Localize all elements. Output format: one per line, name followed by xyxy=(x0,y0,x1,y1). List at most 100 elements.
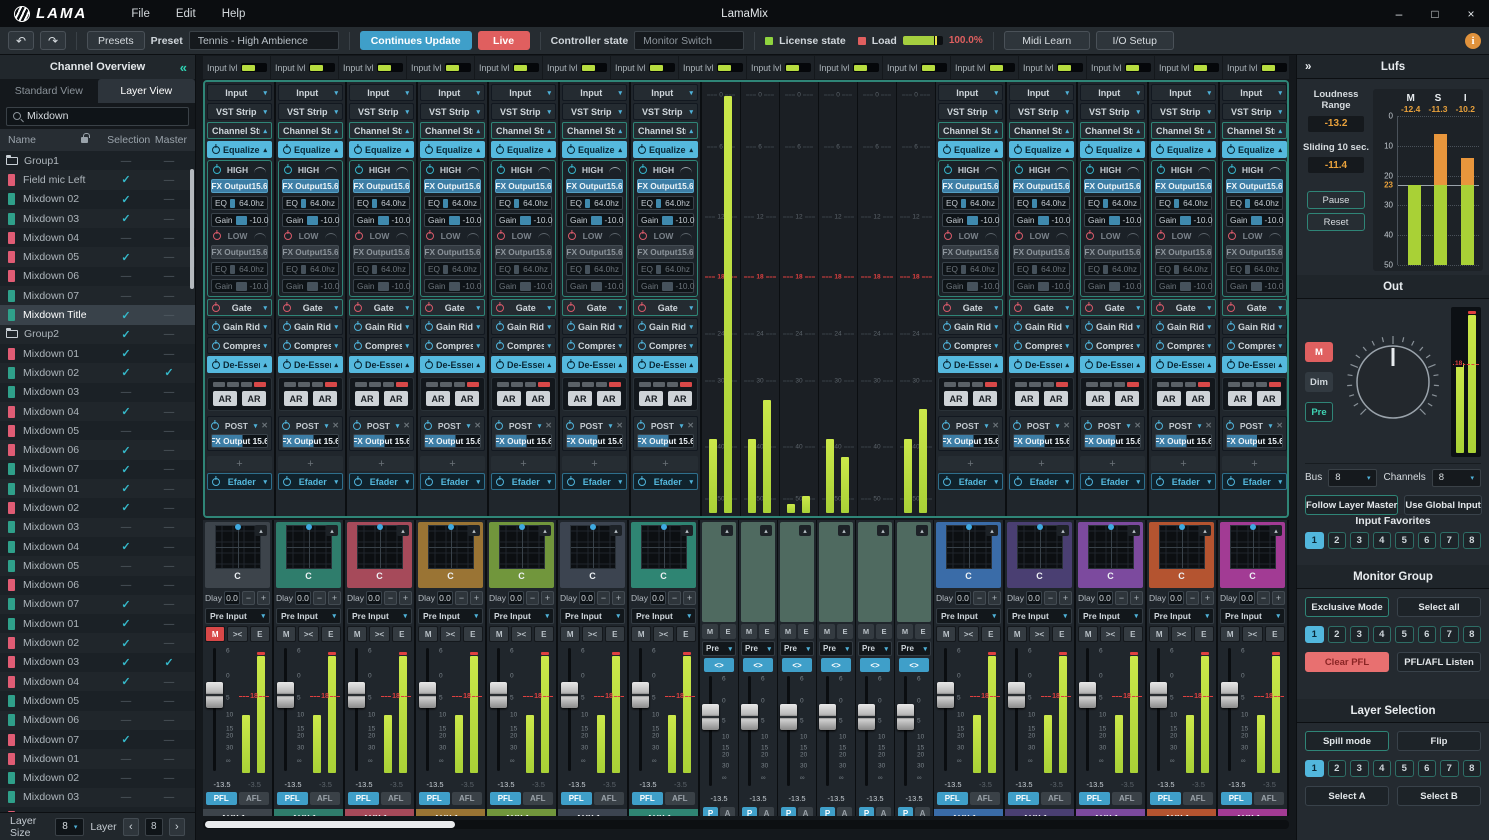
panel-collapse-icon[interactable]: ▴ xyxy=(916,525,928,536)
selection-toggle[interactable]: — xyxy=(101,386,151,398)
power-icon[interactable] xyxy=(495,422,503,430)
param-gain[interactable]: Gain-10.0 xyxy=(424,213,481,227)
mute-button[interactable]: M xyxy=(276,626,296,642)
fader-cap[interactable] xyxy=(419,682,436,708)
param-slider-handle[interactable] xyxy=(236,282,247,291)
param-eq[interactable]: EQ64.0hz xyxy=(942,196,999,210)
ar-button[interactable]: AR xyxy=(313,391,337,406)
channel-strip-select[interactable]: Channel Strip▴ xyxy=(207,122,272,139)
param-gain[interactable]: Gain-10.0 xyxy=(424,279,481,293)
mute-button[interactable]: M xyxy=(741,624,757,639)
add-send-button[interactable]: + xyxy=(420,456,485,471)
param-slider-handle[interactable] xyxy=(1245,199,1250,208)
fader-track[interactable] xyxy=(944,648,947,771)
pan-square[interactable] xyxy=(1017,525,1063,569)
param-gain[interactable]: Gain-10.0 xyxy=(942,213,999,227)
selection-toggle[interactable]: ✓ xyxy=(101,540,151,553)
param-slider-handle[interactable] xyxy=(1251,216,1262,225)
power-icon[interactable] xyxy=(638,342,646,350)
list-item[interactable]: Mixdown 02✓— xyxy=(0,633,195,652)
fader-track[interactable] xyxy=(709,676,712,786)
equalizer-toggle[interactable]: Equalizer▴ xyxy=(938,141,1003,158)
pan-collapse-icon[interactable]: ▴ xyxy=(681,525,693,536)
delay-value[interactable]: 0.0 xyxy=(650,591,666,605)
delay-plus-button[interactable]: + xyxy=(541,591,554,605)
selection-toggle[interactable]: ✓ xyxy=(101,482,151,495)
fader-track[interactable] xyxy=(568,648,571,771)
eq-high-fx-output[interactable]: FX Output15.6 xyxy=(637,179,694,193)
exclusive-mode-button[interactable]: Exclusive Mode xyxy=(1305,597,1389,617)
de-esser-toggle[interactable]: De-Esser▴ xyxy=(1222,356,1287,373)
link-button[interactable]: >< xyxy=(1100,626,1120,642)
delay-minus-button[interactable]: − xyxy=(1257,591,1270,605)
layer-selection-button-2[interactable]: 2 xyxy=(1328,760,1347,777)
equalizer-toggle[interactable]: Equalizer▴ xyxy=(1080,141,1145,158)
pan-square[interactable] xyxy=(1159,525,1205,569)
link-button[interactable]: >< xyxy=(1171,626,1191,642)
delay-minus-button[interactable]: − xyxy=(668,591,681,605)
param-slider-handle[interactable] xyxy=(1032,265,1037,274)
compressor-select[interactable]: Compressor▾ xyxy=(349,337,414,354)
power-icon[interactable] xyxy=(1227,323,1235,331)
param-gain[interactable]: Gain-10.0 xyxy=(353,279,410,293)
fader-track[interactable] xyxy=(1086,648,1089,771)
selection-toggle[interactable]: ✓ xyxy=(101,251,151,264)
pan-square[interactable] xyxy=(357,525,403,569)
add-send-button[interactable]: + xyxy=(562,456,627,471)
de-esser-toggle[interactable]: De-Esser▴ xyxy=(1151,356,1216,373)
mute-button[interactable]: M xyxy=(780,624,796,639)
list-item[interactable]: Mixdown 01✓— xyxy=(0,479,195,498)
power-icon[interactable] xyxy=(425,323,433,331)
info-icon[interactable]: i xyxy=(1465,33,1481,49)
power-icon[interactable] xyxy=(639,166,647,174)
post-fx-output[interactable]: FX Output 15.6 xyxy=(211,434,268,448)
eq-high-fx-output[interactable]: FX Output15.6 xyxy=(495,179,552,193)
power-icon[interactable] xyxy=(284,232,292,240)
gate-select[interactable]: Gate▾ xyxy=(1009,299,1074,316)
link-button[interactable]: >< xyxy=(582,626,602,642)
mute-button[interactable]: M xyxy=(702,624,718,639)
param-slider-handle[interactable] xyxy=(591,282,602,291)
reset-button[interactable]: Reset xyxy=(1307,213,1365,231)
column-selection[interactable]: Selection xyxy=(102,134,154,146)
list-item[interactable]: Mixdown 06—— xyxy=(0,576,195,595)
remove-send-icon[interactable]: ✕ xyxy=(474,421,481,430)
master-toggle[interactable]: — xyxy=(151,328,187,340)
edit-button[interactable]: E xyxy=(837,624,853,639)
de-esser-toggle[interactable]: De-Esser▴ xyxy=(207,356,272,373)
power-icon[interactable] xyxy=(283,146,291,154)
equalizer-toggle[interactable]: Equalizer▴ xyxy=(420,141,485,158)
input-select[interactable]: Input▾ xyxy=(633,84,698,101)
fader-track[interactable] xyxy=(1157,648,1160,771)
fader-track[interactable] xyxy=(865,676,868,786)
compressor-select[interactable]: Compressor▾ xyxy=(1009,337,1074,354)
edit-button[interactable]: E xyxy=(534,626,554,642)
power-icon[interactable] xyxy=(213,232,221,240)
ar-button[interactable]: AR xyxy=(1015,391,1039,406)
power-icon[interactable] xyxy=(426,232,434,240)
master-toggle[interactable]: — xyxy=(151,560,187,572)
param-slider-handle[interactable] xyxy=(1032,199,1037,208)
post-fx-output[interactable]: FX Output 15.6 xyxy=(637,434,694,448)
power-icon[interactable] xyxy=(638,304,646,312)
layer-selection-button-5[interactable]: 5 xyxy=(1395,760,1414,777)
power-icon[interactable] xyxy=(354,304,362,312)
param-slider-handle[interactable] xyxy=(1038,282,1049,291)
undo-icon[interactable]: ↶ xyxy=(8,31,34,50)
pan-collapse-icon[interactable]: ▴ xyxy=(397,525,409,536)
add-send-button[interactable]: + xyxy=(1151,456,1216,471)
search-box[interactable] xyxy=(6,107,189,126)
ar-button[interactable]: AR xyxy=(597,391,621,406)
channel-strip-select[interactable]: Channel Strip▴ xyxy=(420,122,485,139)
selection-toggle[interactable]: — xyxy=(101,232,151,244)
efader-select[interactable]: Efader▾ xyxy=(1080,473,1145,490)
param-gain[interactable]: Gain-10.0 xyxy=(637,279,694,293)
gain-rider-select[interactable]: Gain Rider▾ xyxy=(1080,318,1145,335)
param-slider-handle[interactable] xyxy=(591,216,602,225)
remove-send-icon[interactable]: ✕ xyxy=(332,421,339,430)
equalizer-toggle[interactable]: Equalizer▴ xyxy=(1151,141,1216,158)
param-gain[interactable]: Gain-10.0 xyxy=(495,279,552,293)
master-toggle[interactable]: — xyxy=(151,348,187,360)
power-icon[interactable] xyxy=(282,422,290,430)
param-eq[interactable]: EQ64.0hz xyxy=(495,262,552,276)
